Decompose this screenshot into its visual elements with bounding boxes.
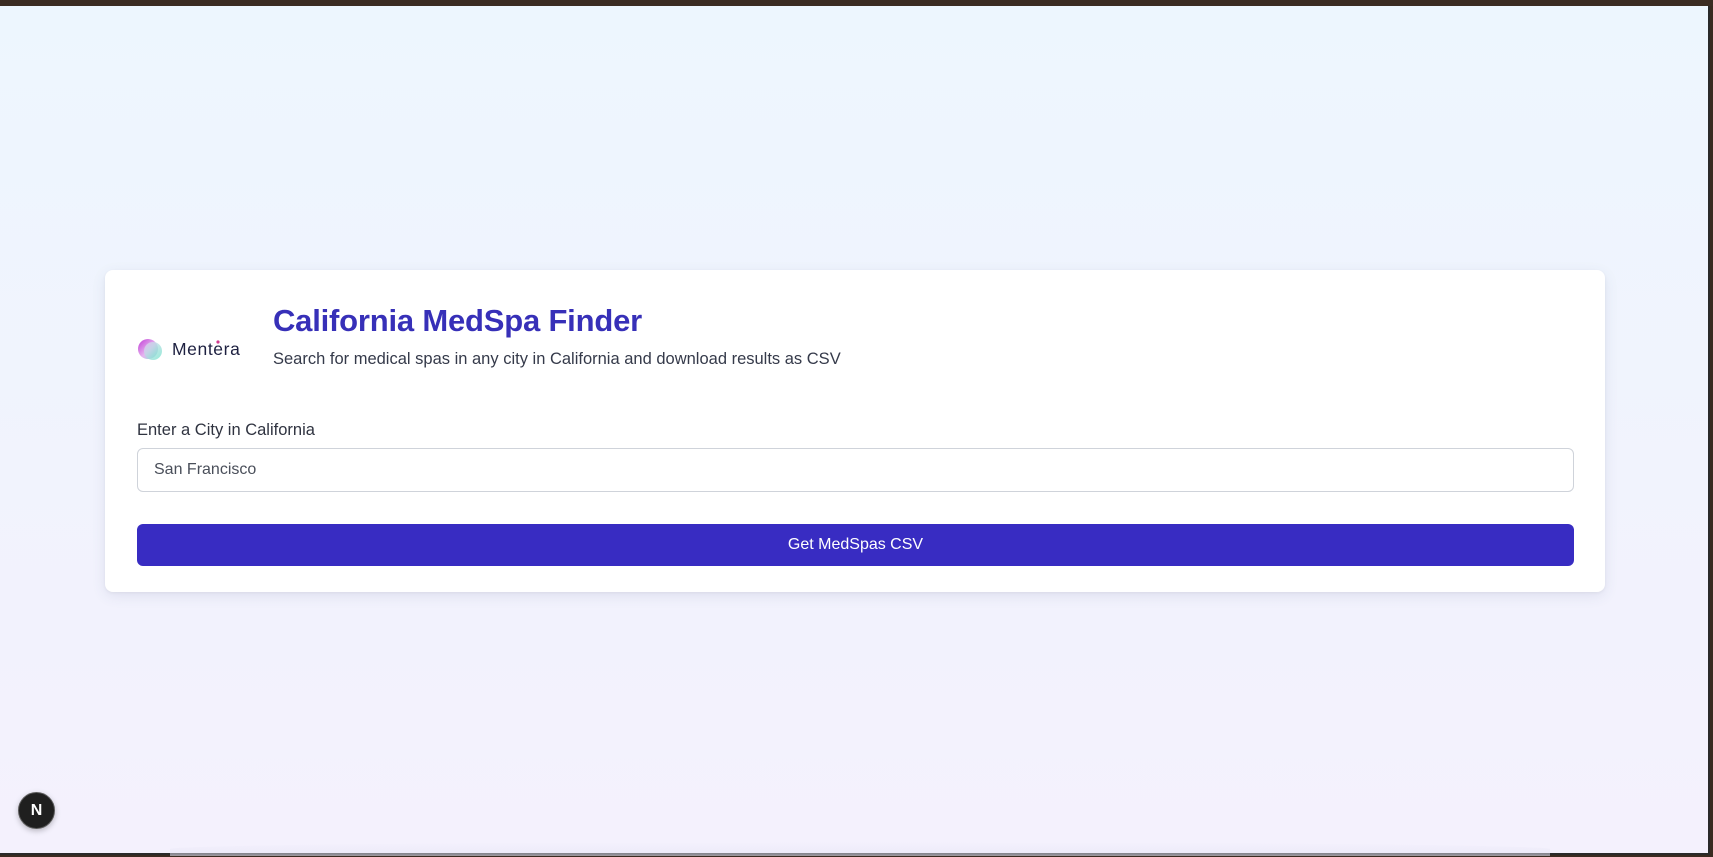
page-title: California MedSpa Finder <box>273 303 642 338</box>
get-medspas-csv-button[interactable]: Get MedSpas CSV <box>137 524 1574 566</box>
mentera-logo: Mentera <box>137 330 259 370</box>
card-header: Mentera California MedSpa Finder Search … <box>137 302 841 370</box>
title-block: California MedSpa Finder Search for medi… <box>273 302 841 370</box>
city-field-label: Enter a City in California <box>137 421 315 439</box>
nextjs-badge-label: N <box>30 801 43 819</box>
nextjs-icon[interactable]: N <box>18 792 55 829</box>
svg-text:Mentera: Mentera <box>172 339 240 359</box>
page-viewport: Mentera California MedSpa Finder Search … <box>0 6 1710 856</box>
finder-card: Mentera California MedSpa Finder Search … <box>105 270 1605 592</box>
city-input[interactable] <box>137 448 1574 492</box>
bottom-glow <box>170 842 1550 856</box>
page-subtitle: Search for medical spas in any city in C… <box>273 350 841 368</box>
